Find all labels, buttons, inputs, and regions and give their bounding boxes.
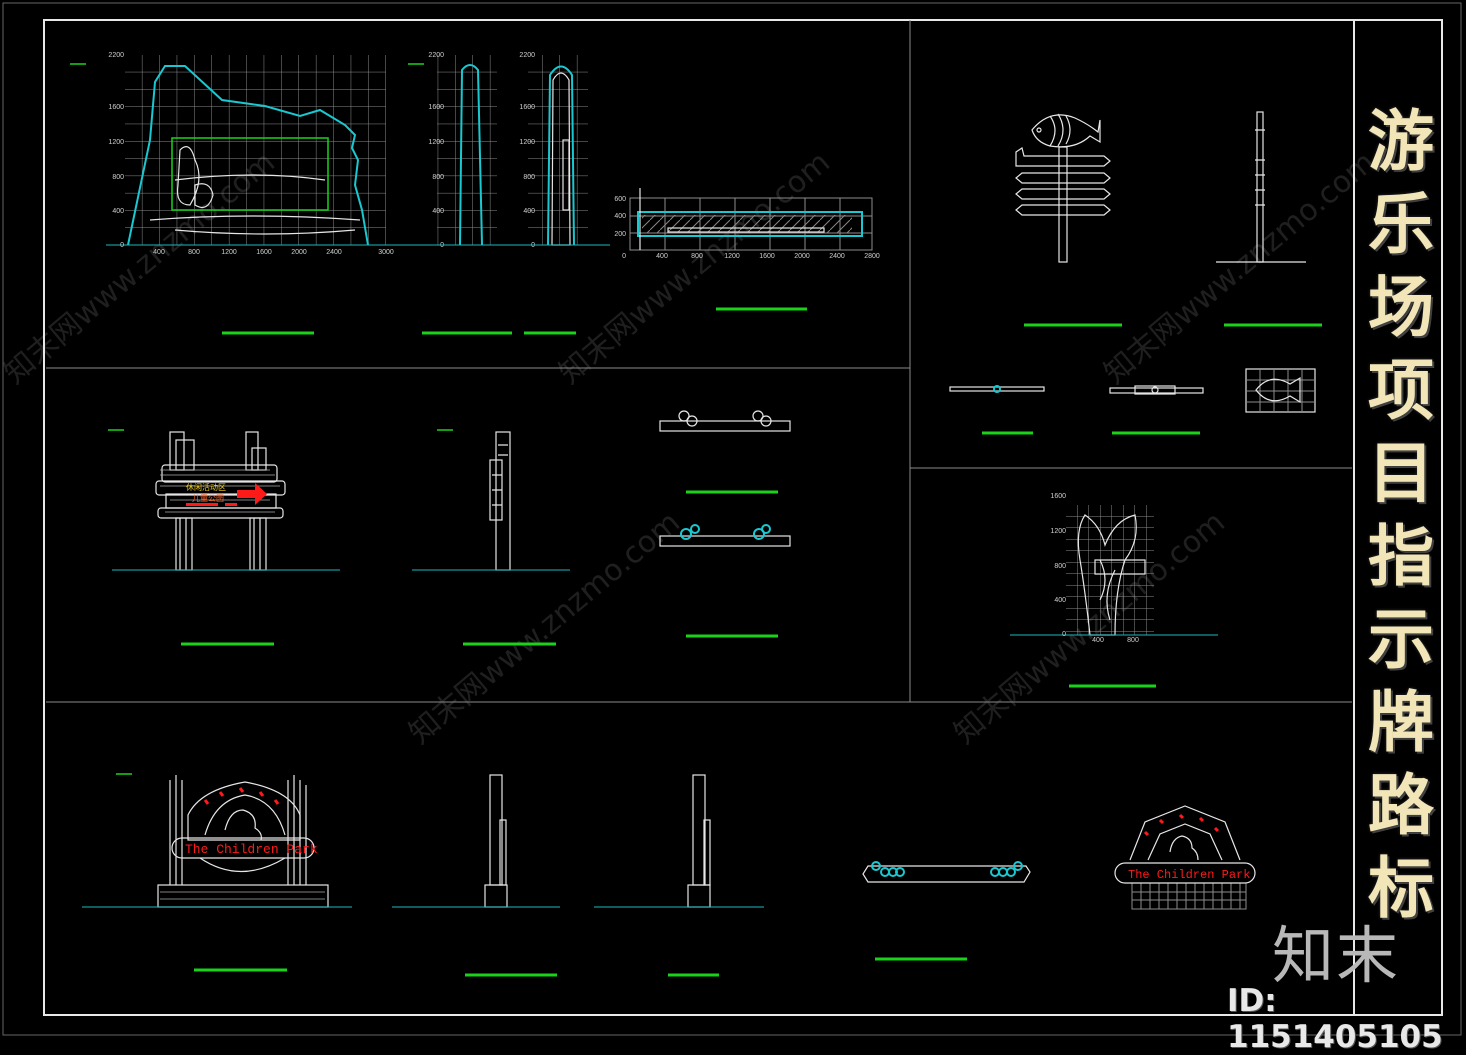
- title-char: 游: [1368, 103, 1434, 180]
- tick-label: 2000: [794, 253, 810, 260]
- tick-label: 800: [523, 174, 535, 181]
- tick-label: 1200: [519, 139, 535, 146]
- tick-label: 2200: [108, 52, 124, 59]
- drawing-id-label: ID: 1151405105: [1227, 983, 1443, 1055]
- sign-text-line2: 儿童公园: [192, 493, 224, 503]
- title-char: 示: [1368, 601, 1434, 678]
- title-char: 乐: [1368, 186, 1434, 263]
- fish-signpost-elevation: [1015, 113, 1111, 263]
- tick-label: 1200: [1050, 528, 1066, 535]
- drawing-title-vertical: 游乐场项目指示牌路标: [1366, 100, 1436, 930]
- tick-label: 800: [1054, 563, 1066, 570]
- tick-label: 400: [523, 208, 535, 215]
- tick-label: 400: [1054, 597, 1066, 604]
- tick-label: 600: [614, 196, 626, 203]
- cad-drawing-canvas: 知末网www.znzmo.com 知末网www.znzmo.com 知末网www…: [0, 2, 1462, 1036]
- tick-label: 200: [614, 231, 626, 238]
- tick-label: 1200: [428, 139, 444, 146]
- children-park-gate-elevation: [82, 775, 352, 908]
- rock-sign-plan: 6004002000 400 800 1200 1600 2000 2400 2800: [614, 188, 880, 260]
- gate-side-elevation-1: [392, 774, 560, 908]
- tick-label: 400: [112, 208, 124, 215]
- tick-label: 400: [656, 253, 668, 260]
- tick-label: 1200: [221, 249, 237, 256]
- rock-sign-elevation: 2200 1600 1200 800 400 0 400 800 1200 1600 2000 24…: [70, 52, 410, 256]
- watermark: 知末网www.znzmo.com: [553, 145, 837, 391]
- tick-label: 3000: [378, 249, 394, 256]
- tick-label: 1600: [428, 104, 444, 111]
- title-char: 指: [1368, 518, 1434, 595]
- tick-label: 400: [614, 213, 626, 220]
- tick-label: 0: [1062, 631, 1066, 638]
- tick-label: 1200: [724, 253, 740, 260]
- gate-side-elevation-2: [594, 774, 764, 908]
- tick-label: 1600: [519, 104, 535, 111]
- rock-sign-side-elevation: 2200160012008004000: [408, 52, 520, 249]
- tick-label: 1600: [759, 253, 775, 260]
- tick-label: 1600: [108, 104, 124, 111]
- tick-label: 800: [691, 253, 703, 260]
- gate-sign-detail-text: The Children Park: [1128, 868, 1250, 882]
- title-char: 场: [1368, 269, 1434, 346]
- tick-label: 800: [432, 174, 444, 181]
- title-char: 路: [1368, 767, 1434, 844]
- tick-label: 2800: [864, 253, 880, 260]
- title-char: 目: [1368, 435, 1434, 512]
- tick-label: 2400: [326, 249, 342, 256]
- sign-text-line1: 休闲活动区: [186, 482, 226, 492]
- gate-plan: [862, 861, 1031, 883]
- tick-label: 400: [1092, 637, 1104, 644]
- watermark: 知末网www.znzmo.com: [1098, 145, 1382, 391]
- title-char: 项: [1368, 352, 1434, 429]
- tick-label: 2200: [519, 52, 535, 59]
- wooden-direction-sign-elevation: [112, 431, 340, 571]
- tick-label: 0: [622, 253, 626, 260]
- tick-label: 1600: [1050, 493, 1066, 500]
- tick-label: 2200: [428, 52, 444, 59]
- tick-label: 2000: [291, 249, 307, 256]
- watermark: 知末网www.znzmo.com: [403, 505, 687, 751]
- gate-sign-detail: [1114, 805, 1256, 910]
- rock-sign-section: 2200160012008004000: [519, 52, 610, 249]
- tick-label: 1200: [108, 139, 124, 146]
- tick-label: 0: [120, 242, 124, 249]
- tick-label: 800: [188, 249, 200, 256]
- tick-label: 800: [112, 174, 124, 181]
- tick-label: 400: [153, 249, 165, 256]
- tick-label: 1600: [256, 249, 272, 256]
- gate-sign-text: The Children Park: [185, 842, 318, 857]
- tick-label: 2400: [829, 253, 845, 260]
- tick-label: 800: [1127, 637, 1139, 644]
- wooden-direction-sign-side: [412, 431, 570, 571]
- title-char: 牌: [1368, 684, 1434, 761]
- tick-label: 400: [432, 208, 444, 215]
- brand-logo: 知末: [1272, 919, 1401, 992]
